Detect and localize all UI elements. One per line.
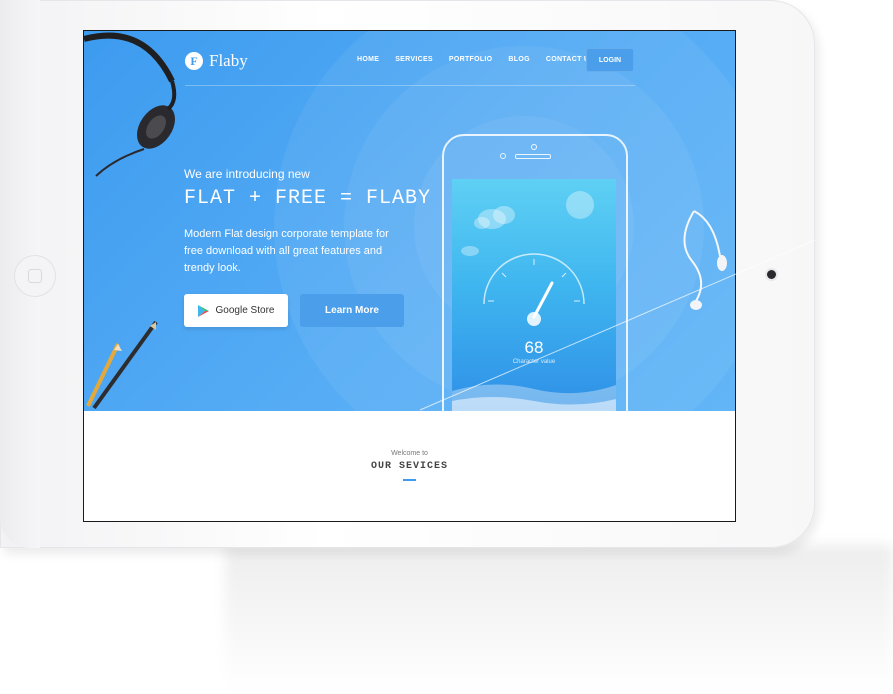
services-title: OUR SEVICES	[370, 461, 448, 472]
nav-services[interactable]: SERVICES	[395, 56, 433, 63]
phone-mockup: 68 Character value	[442, 134, 628, 411]
brand-logo[interactable]: F Flaby	[185, 51, 248, 71]
nav-divider	[185, 85, 635, 86]
play-store-icon	[197, 304, 209, 317]
earphones-icon	[683, 210, 727, 310]
hero-headline: FLAT + FREE = FLABY	[184, 187, 432, 210]
learn-more-button[interactable]: Learn More	[300, 294, 404, 327]
login-button[interactable]: LOGIN	[586, 48, 634, 72]
gauge-value: 68	[524, 338, 544, 357]
title-underline	[403, 479, 416, 481]
nav-blog[interactable]: BLOG	[508, 56, 529, 63]
hero-intro: We are introducing new	[184, 167, 310, 181]
services-welcome: Welcome to	[391, 450, 428, 457]
pencils-icon	[86, 320, 158, 410]
hero-description: Modern Flat design corporate template fo…	[184, 228, 389, 274]
phone-screen: 68 Character value	[452, 179, 616, 411]
home-button-icon	[14, 255, 56, 297]
nav-home[interactable]: HOME	[357, 56, 379, 63]
app-illustration	[452, 191, 616, 411]
google-store-label: Google Store	[215, 305, 275, 316]
hero-section: F Flaby HOME SERVICES PORTFOLIO BLOG CON…	[84, 31, 735, 411]
phone-speaker	[515, 154, 551, 159]
google-store-button[interactable]: Google Store	[184, 294, 288, 327]
phone-sensor	[531, 144, 537, 150]
logo-text: Flaby	[209, 51, 248, 70]
logo-mark: F	[185, 52, 203, 70]
main-nav: HOME SERVICES PORTFOLIO BLOG CONTACT US	[357, 56, 594, 63]
headphones-icon	[84, 32, 177, 177]
nav-portfolio[interactable]: PORTFOLIO	[449, 56, 493, 63]
gauge-label: Character value	[512, 359, 556, 365]
screen: F Flaby HOME SERVICES PORTFOLIO BLOG CON…	[83, 30, 736, 522]
device-shadow	[225, 545, 893, 694]
phone-camera	[500, 153, 506, 159]
camera-icon	[767, 270, 776, 279]
